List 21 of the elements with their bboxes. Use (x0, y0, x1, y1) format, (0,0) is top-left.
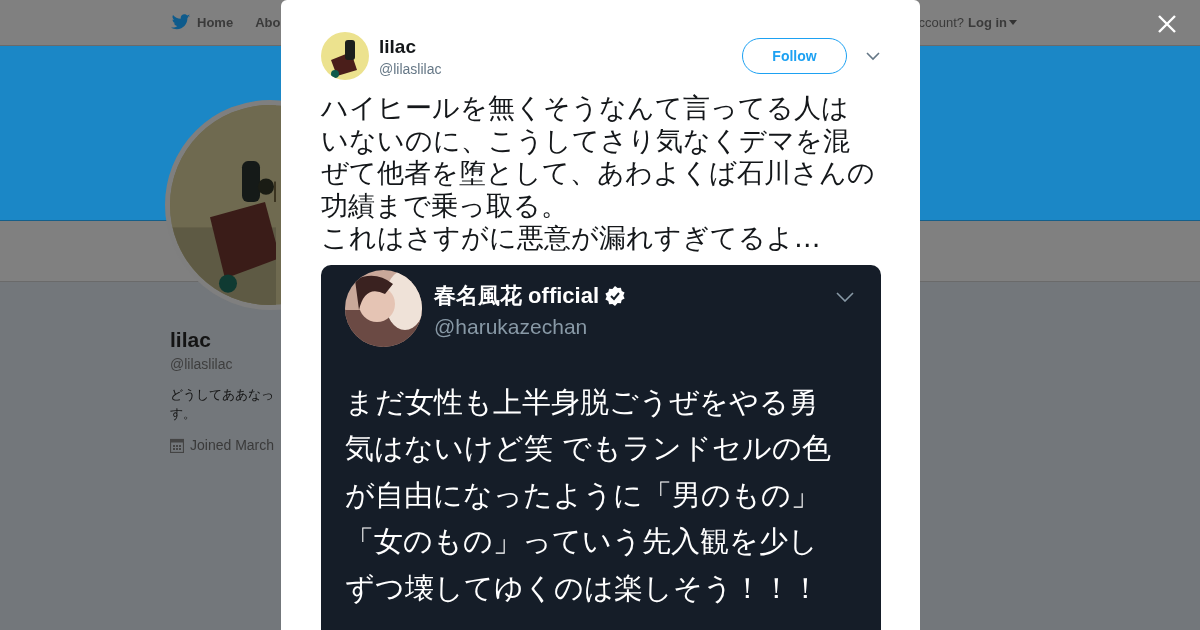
joined-date: Joined March (190, 437, 275, 453)
nav-link[interactable]: Home (171, 14, 234, 31)
profile-bio: どうしてああなっ す。 (170, 386, 275, 423)
profile-handle: @lilaslilac (170, 356, 234, 372)
chevron-down-icon (836, 291, 854, 302)
profile-name: lilac (170, 328, 212, 352)
nav-link[interactable]: Abo (255, 14, 281, 31)
user-handle: @harukazechan (434, 314, 589, 339)
tweet-text: ハイヒールを無くそうなんて言ってる人は いないのに、こうしてさり気なくデマを混 ぜて他者を堕として、あわよくば石川さんの 功績まで乗っ取る。 これはさすがに悪意が漏れすぎてるよ… (321, 92, 876, 255)
author-name: lilac (379, 35, 417, 58)
author-handle: @lilaslilac (379, 60, 443, 77)
close-icon[interactable] (1157, 14, 1177, 34)
calendar-icon (170, 437, 184, 453)
login-link[interactable]: Log in (968, 15, 1017, 30)
chevron-down-icon[interactable] (866, 51, 880, 61)
follow-button[interactable]: Follow (742, 38, 847, 74)
quoted-tweet-text: まだ女性も上半身脱ごうぜをやる勇 気はないけど笑 でもランドセルの色 が自由になったように「男のもの」 「女のもの」っていう先入観を少し ずつ壊してゆくのは楽しそう！！！ (345, 383, 833, 607)
user-name: 春名風花 official (434, 281, 599, 310)
bird-icon (171, 14, 191, 31)
account-prompt: ccount? (918, 15, 964, 30)
caret-icon (1009, 20, 1017, 25)
